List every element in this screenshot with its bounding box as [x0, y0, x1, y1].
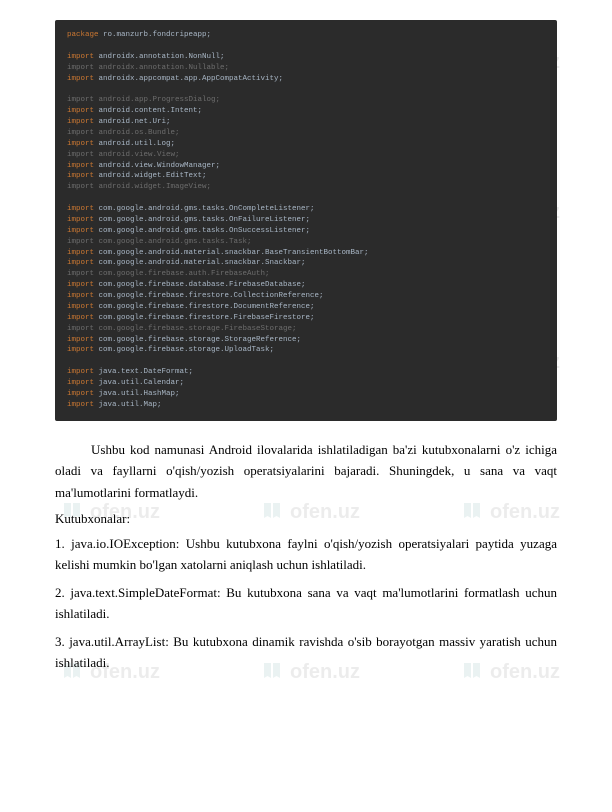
code-kw: import: [67, 162, 94, 170]
code-kw: import: [67, 238, 94, 246]
code-line: android.content.Intent;: [94, 107, 202, 115]
code-kw: import: [67, 151, 94, 159]
code-kw: import: [67, 64, 94, 72]
code-line: com.google.android.material.snackbar.Sna…: [94, 259, 306, 267]
list-item-2: 2. java.text.SimpleDateFormat: Bu kutubx…: [55, 582, 557, 625]
code-kw: import: [67, 118, 94, 126]
code-kw: import: [67, 368, 94, 376]
code-kw: import: [67, 140, 94, 148]
code-line: com.google.android.gms.tasks.OnSuccessLi…: [94, 227, 310, 235]
code-kw: import: [67, 390, 94, 398]
code-kw: import: [67, 325, 94, 333]
code-line: com.google.firebase.firestore.FirebaseFi…: [94, 314, 315, 322]
code-line: androidx.annotation.Nullable;: [94, 64, 229, 72]
code-kw: import: [67, 281, 94, 289]
code-line: com.google.firebase.storage.UploadTask;: [94, 346, 274, 354]
code-line: java.text.DateFormat;: [94, 368, 193, 376]
code-kw: import: [67, 259, 94, 267]
list-item-3: 3. java.util.ArrayList: Bu kutubxona din…: [55, 631, 557, 674]
code-kw: import: [67, 292, 94, 300]
list-item-1: 1. java.io.IOException: Ushbu kutubxona …: [55, 533, 557, 576]
code-line: android.view.WindowManager;: [94, 162, 220, 170]
code-kw: import: [67, 379, 94, 387]
code-kw: import: [67, 216, 94, 224]
code-line: androidx.annotation.NonNull;: [94, 53, 225, 61]
code-line: com.google.firebase.auth.FirebaseAuth;: [94, 270, 270, 278]
code-kw: import: [67, 249, 94, 257]
code-line: com.google.firebase.storage.StorageRefer…: [94, 336, 301, 344]
code-kw: import: [67, 336, 94, 344]
code-kw: import: [67, 270, 94, 278]
code-line: android.util.Log;: [94, 140, 175, 148]
code-line: com.google.android.gms.tasks.OnCompleteL…: [94, 205, 315, 213]
code-line: android.os.Bundle;: [94, 129, 180, 137]
code-kw: import: [67, 96, 94, 104]
code-line: android.net.Uri;: [94, 118, 171, 126]
code-line: android.widget.ImageView;: [94, 183, 211, 191]
code-kw: import: [67, 227, 94, 235]
code-line: ro.manzurb.fondcripeapp;: [99, 31, 212, 39]
code-kw: import: [67, 346, 94, 354]
code-line: java.util.HashMap;: [94, 390, 180, 398]
code-line: com.google.android.material.snackbar.Bas…: [94, 249, 369, 257]
code-kw: import: [67, 75, 94, 83]
code-kw: import: [67, 129, 94, 137]
code-line: android.view.View;: [94, 151, 180, 159]
code-kw: import: [67, 205, 94, 213]
code-line: java.util.Map;: [94, 401, 162, 409]
code-line: com.google.android.gms.tasks.OnFailureLi…: [94, 216, 310, 224]
code-block: package ro.manzurb.fondcripeapp; import …: [55, 20, 557, 421]
code-kw: import: [67, 53, 94, 61]
code-line: com.google.firebase.database.FirebaseDat…: [94, 281, 306, 289]
paragraph-intro: Ushbu kod namunasi Android ilovalarida i…: [55, 439, 557, 503]
code-line: com.google.firebase.firestore.DocumentRe…: [94, 303, 315, 311]
code-kw: import: [67, 107, 94, 115]
code-line: androidx.appcompat.app.AppCompatActivity…: [94, 75, 283, 83]
code-kw: import: [67, 314, 94, 322]
code-line: java.util.Calendar;: [94, 379, 184, 387]
code-line: com.google.android.gms.tasks.Task;: [94, 238, 252, 246]
code-kw: import: [67, 303, 94, 311]
heading-libraries: Kutubxonalar:: [55, 511, 557, 527]
code-kw: import: [67, 172, 94, 180]
code-kw: package: [67, 31, 99, 39]
code-line: com.google.firebase.firestore.Collection…: [94, 292, 324, 300]
code-line: com.google.firebase.storage.FirebaseStor…: [94, 325, 297, 333]
code-kw: import: [67, 183, 94, 191]
code-line: android.widget.EditText;: [94, 172, 207, 180]
code-line: android.app.ProgressDialog;: [94, 96, 220, 104]
code-kw: import: [67, 401, 94, 409]
